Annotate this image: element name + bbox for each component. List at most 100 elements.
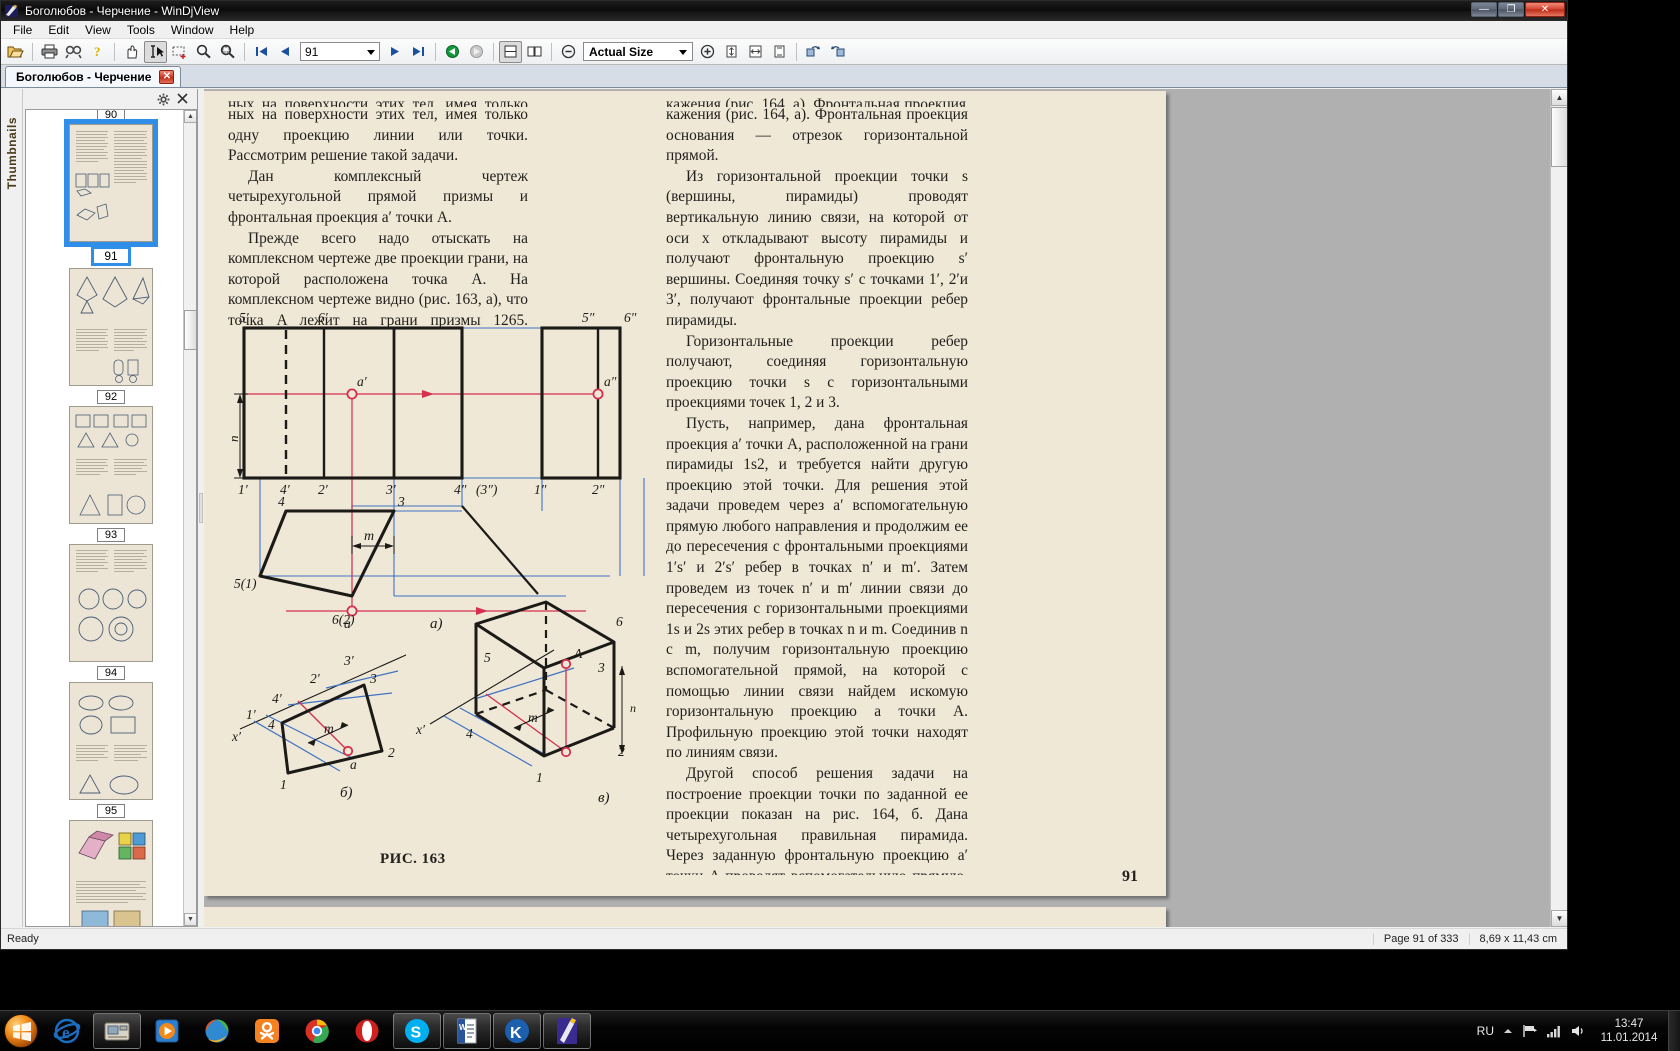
- firefox-icon[interactable]: [193, 1013, 241, 1049]
- clock[interactable]: 13:47 11.01.2014: [1594, 1017, 1664, 1045]
- thumbnail-item[interactable]: 90: [97, 109, 125, 122]
- svg-text:6″: 6″: [624, 310, 637, 325]
- zoom-in-icon[interactable]: [696, 41, 719, 63]
- rotate-right-icon[interactable]: [826, 41, 849, 63]
- svg-text:x′: x′: [415, 722, 426, 737]
- explorer-pinned-icon[interactable]: [93, 1013, 141, 1049]
- thumbnails-scrollbar[interactable]: ▲ ▼: [183, 110, 196, 926]
- page-scrollbar[interactable]: ▲ ▼: [1550, 89, 1567, 927]
- zoom-level-select[interactable]: Actual Size: [583, 42, 693, 61]
- thumbnail-item-selected[interactable]: 91: [69, 124, 153, 266]
- scrollbar-thumb[interactable]: [1551, 107, 1567, 167]
- thumbnail-label: 91: [91, 246, 130, 266]
- find-icon[interactable]: [62, 41, 85, 63]
- menu-view[interactable]: View: [77, 22, 119, 38]
- language-indicator[interactable]: RU: [1477, 1024, 1494, 1038]
- fit-page-icon[interactable]: [720, 41, 743, 63]
- menu-help[interactable]: Help: [222, 22, 263, 38]
- thumbnail-item[interactable]: 96: [69, 820, 153, 927]
- svg-text:1: 1: [280, 777, 287, 792]
- scroll-down-icon[interactable]: ▼: [1551, 910, 1567, 927]
- last-page-icon[interactable]: [407, 41, 430, 63]
- scroll-down-icon[interactable]: ▼: [184, 913, 197, 926]
- menu-file[interactable]: File: [5, 22, 40, 38]
- next-page-icon[interactable]: [383, 41, 406, 63]
- help-icon[interactable]: ?: [86, 41, 109, 63]
- opera-icon[interactable]: [343, 1013, 391, 1049]
- thumbnail-item[interactable]: 94: [69, 544, 153, 680]
- document-tab-close-icon[interactable]: ✕: [159, 70, 174, 84]
- document-tab[interactable]: Боголюбов - Черчение ✕: [5, 66, 181, 87]
- previous-page-icon[interactable]: [274, 41, 297, 63]
- svg-text:5(1): 5(1): [234, 576, 257, 591]
- select-text-tool-icon[interactable]: [144, 41, 167, 63]
- chevron-down-icon[interactable]: [367, 50, 375, 55]
- word-icon[interactable]: W: [443, 1013, 491, 1049]
- splitter-grip[interactable]: [199, 493, 203, 523]
- speaker-icon[interactable]: [1570, 1024, 1586, 1038]
- hand-tool-icon[interactable]: [120, 41, 143, 63]
- magic-select-icon[interactable]: [216, 41, 239, 63]
- svg-text:4: 4: [278, 494, 285, 509]
- taskbar: e: [0, 1010, 1680, 1050]
- chevron-up-icon[interactable]: [1502, 1025, 1514, 1037]
- zoom-out-icon[interactable]: [557, 41, 580, 63]
- odnoklassniki-icon[interactable]: [243, 1013, 291, 1049]
- menu-tools[interactable]: Tools: [119, 22, 163, 38]
- window-title: Боголюбов - Черчение - WinDjView: [25, 4, 219, 18]
- page-view[interactable]: ных на поверхности этих тел, имея только…: [204, 89, 1567, 927]
- media-player-icon[interactable]: [143, 1013, 191, 1049]
- svg-text:4″: 4″: [454, 482, 467, 497]
- rotate-left-icon[interactable]: [802, 41, 825, 63]
- windows-start-orb-icon[interactable]: [4, 1014, 38, 1048]
- first-page-icon[interactable]: [250, 41, 273, 63]
- back-icon[interactable]: [441, 41, 464, 63]
- thumbnails-list[interactable]: 90: [25, 109, 197, 927]
- menu-window[interactable]: Window: [163, 22, 222, 38]
- clock-time: 13:47: [1615, 1017, 1644, 1031]
- fit-width-icon[interactable]: [744, 41, 767, 63]
- scroll-up-icon[interactable]: ▲: [1551, 89, 1567, 106]
- facing-pages-layout-icon[interactable]: [523, 41, 546, 63]
- chrome-icon[interactable]: [293, 1013, 341, 1049]
- svg-text:1″: 1″: [534, 482, 547, 497]
- page-number-box[interactable]: [300, 42, 380, 61]
- work-area: Thumbnails: [1, 89, 1567, 927]
- signal-bars-icon[interactable]: [1546, 1024, 1562, 1038]
- thumbnail-image: [69, 268, 153, 386]
- paragraph-r2: Из горизонтальной проекции точки s (верш…: [666, 167, 968, 332]
- svg-text:6: 6: [616, 614, 623, 629]
- page-number-input[interactable]: [301, 44, 357, 59]
- open-icon[interactable]: [4, 41, 27, 63]
- single-page-layout-icon[interactable]: [499, 41, 522, 63]
- internet-explorer-icon[interactable]: e: [43, 1013, 91, 1049]
- kompas-icon[interactable]: K: [493, 1013, 541, 1049]
- thumbnail-item[interactable]: 95: [69, 682, 153, 818]
- show-desktop-button[interactable]: [1668, 1011, 1680, 1051]
- windjview-icon[interactable]: [543, 1013, 591, 1049]
- chevron-down-icon[interactable]: [679, 50, 687, 55]
- gear-icon[interactable]: [157, 93, 169, 105]
- scroll-up-icon[interactable]: ▲: [184, 110, 197, 123]
- thumbnails-vertical-tab[interactable]: Thumbnails: [1, 89, 23, 927]
- thumbnail-item[interactable]: 93: [69, 406, 153, 542]
- svg-text:S: S: [411, 1024, 422, 1041]
- status-size-info: 8,69 x 11,43 cm: [1469, 933, 1567, 945]
- menu-edit[interactable]: Edit: [40, 22, 77, 38]
- document-tab-label: Боголюбов - Черчение: [16, 70, 151, 84]
- status-bar: Ready Page 91 of 333 8,69 x 11,43 cm: [1, 928, 1567, 949]
- zoom-tool-icon[interactable]: [192, 41, 215, 63]
- thumbnail-item[interactable]: 92: [69, 268, 153, 404]
- minimize-button[interactable]: —: [1471, 2, 1497, 17]
- close-icon[interactable]: [177, 93, 189, 105]
- svg-text:m: m: [528, 710, 538, 725]
- print-icon[interactable]: [38, 41, 61, 63]
- skype-icon[interactable]: S: [393, 1013, 441, 1049]
- select-rect-tool-icon[interactable]: [168, 41, 191, 63]
- scrollbar-thumb[interactable]: [184, 310, 197, 350]
- maximize-button[interactable]: ❐: [1498, 2, 1524, 17]
- fit-height-icon[interactable]: [768, 41, 791, 63]
- network-icon[interactable]: [1522, 1024, 1538, 1038]
- start-button[interactable]: [0, 1012, 42, 1050]
- close-button[interactable]: ✕: [1525, 2, 1565, 17]
